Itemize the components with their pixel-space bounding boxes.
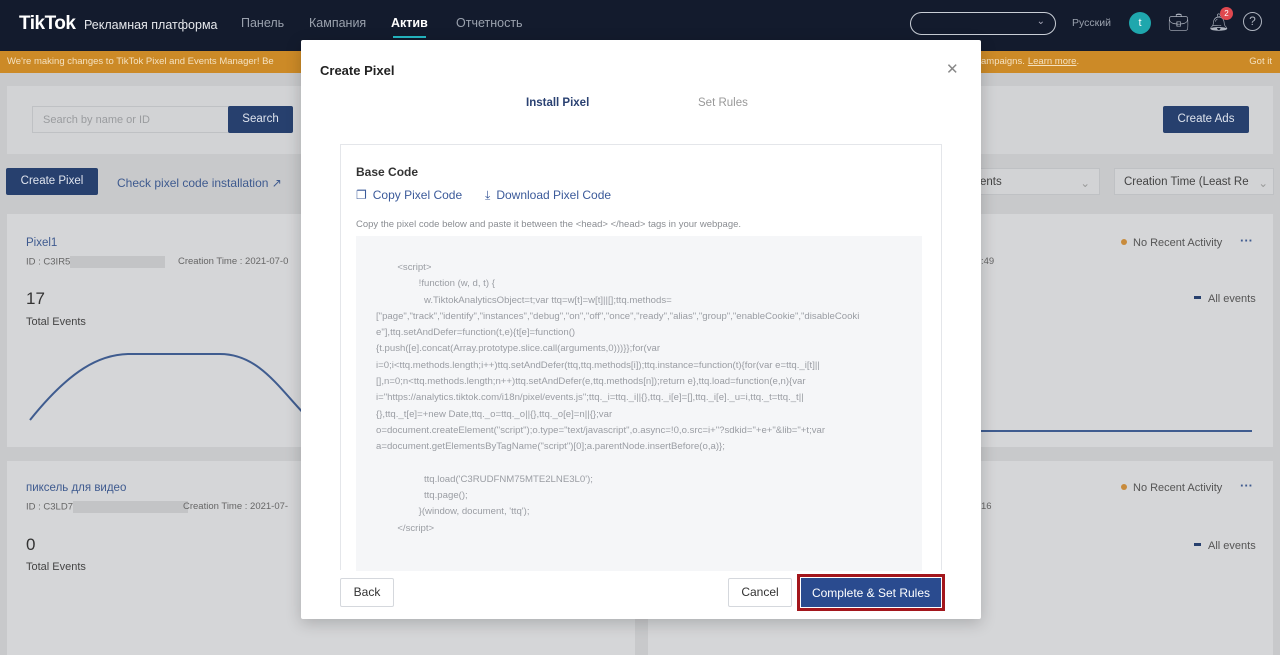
- nav-reporting[interactable]: Отчетность: [456, 16, 523, 30]
- briefcase-icon[interactable]: 💼︎: [1168, 13, 1190, 33]
- avatar[interactable]: t: [1129, 12, 1151, 34]
- got-it-button[interactable]: Got it: [1249, 56, 1272, 67]
- download-pixel-code-button[interactable]: ⤓ Download Pixel Code: [485, 188, 611, 203]
- code-line: ttq.load('C3RUDFNM75MTE2LNE3L0');: [376, 473, 593, 485]
- tab-install-pixel[interactable]: Install Pixel: [526, 97, 589, 109]
- total-events-count: 0: [26, 535, 36, 554]
- copy-icon: ❐: [356, 188, 367, 202]
- nav-dashboard[interactable]: Панель: [241, 16, 284, 30]
- modal-title: Create Pixel: [320, 63, 395, 78]
- more-options-button[interactable]: ···: [1240, 233, 1253, 248]
- creation-time-tail: 16: [981, 501, 992, 512]
- chevron-down-icon: ⌄: [1036, 16, 1045, 27]
- events-line: [29, 353, 310, 421]
- external-link-icon: ↗: [271, 176, 282, 190]
- status-dot: [1121, 239, 1127, 245]
- pixel-name[interactable]: Pixel1: [26, 237, 57, 249]
- search-input[interactable]: Search by name or ID: [32, 106, 229, 133]
- code-line: i=0;i<ttq.methods.length;i++)ttq.setAndD…: [376, 359, 820, 371]
- base-code-title: Base Code: [356, 165, 419, 179]
- back-button[interactable]: Back: [340, 578, 394, 607]
- code-line: <script>: [376, 262, 432, 273]
- chart-legend: All events: [1194, 540, 1256, 552]
- code-line: </script>: [376, 522, 435, 534]
- creation-time: Creation Time : 2021-07-: [183, 501, 289, 512]
- creation-time: Creation Time : 2021-07-0: [178, 256, 289, 267]
- redacted-id: [70, 256, 166, 268]
- code-line: {t.push([e].concat(Array.prototype.slice…: [376, 343, 661, 355]
- status-badge: No Recent Activity: [1121, 237, 1222, 249]
- code-line: i="https://analytics.tiktok.com/i18n/pix…: [376, 392, 804, 404]
- download-icon: ⤓: [485, 188, 491, 202]
- chart-legend: All events: [1194, 293, 1256, 305]
- code-line: w.TiktokAnalyticsObject=t;var ttq=w[t]=w…: [376, 294, 672, 306]
- code-line: o=document.createElement("script");o.typ…: [376, 424, 826, 436]
- more-options-button[interactable]: ···: [1240, 478, 1253, 493]
- total-events-label: Total Events: [26, 561, 86, 573]
- create-pixel-button[interactable]: Create Pixel: [6, 168, 98, 195]
- nav-campaign[interactable]: Кампания: [309, 16, 366, 30]
- banner-text-right: ampaigns.: [981, 56, 1025, 67]
- learn-more-link[interactable]: Learn more: [1028, 56, 1077, 67]
- nav-assets[interactable]: Актив: [391, 16, 428, 38]
- tiktok-logo[interactable]: TikTok: [19, 13, 76, 35]
- copy-pixel-code-button[interactable]: ❐ Copy Pixel Code: [356, 188, 462, 202]
- legend-swatch: [1194, 543, 1201, 546]
- pixel-code-block[interactable]: <script> !function (w, d, t) { w.TiktokA…: [356, 236, 922, 571]
- tab-set-rules[interactable]: Set Rules: [698, 97, 748, 109]
- total-events-count: 17: [26, 289, 45, 308]
- code-line: !function (w, d, t) {: [376, 278, 495, 290]
- code-line: ["page","track","identify","instances","…: [376, 310, 860, 322]
- check-installation-link[interactable]: Check pixel code installation: [117, 176, 268, 190]
- events-filter[interactable]: ents ⌄: [970, 168, 1100, 195]
- close-icon[interactable]: ✕: [946, 60, 959, 78]
- sort-select[interactable]: Creation Time (Least Re ⌄: [1114, 168, 1274, 195]
- install-hint: Copy the pixel code below and paste it b…: [356, 219, 742, 230]
- pixel-id: ID : C3IR5: [26, 256, 71, 268]
- help-icon[interactable]: ?: [1243, 12, 1262, 31]
- code-line: }(window, document, 'ttq');: [376, 506, 530, 518]
- code-line: {},ttq._t[e]=+new Date,ttq._o=ttq._o||{}…: [376, 408, 613, 420]
- language-selector[interactable]: Русский: [1072, 17, 1111, 29]
- creation-time-tail: :49: [981, 256, 995, 267]
- base-code-section: Base Code ❐ Copy Pixel Code ⤓ Download Pix…: [340, 144, 942, 571]
- account-selector[interactable]: ⌄: [910, 12, 1056, 35]
- total-events-label: Total Events: [26, 316, 86, 328]
- search-button[interactable]: Search: [228, 106, 293, 133]
- notification-badge: 2: [1220, 7, 1233, 20]
- complete-highlight: Complete & Set Rules: [797, 574, 945, 611]
- events-baseline: [981, 430, 1252, 432]
- create-ads-button[interactable]: Create Ads: [1163, 106, 1249, 133]
- code-line: a=document.getElementsByTagName("script"…: [376, 441, 725, 453]
- code-line: ttq.page();: [376, 490, 468, 502]
- chevron-down-icon: ⌄: [1080, 178, 1090, 190]
- cancel-button[interactable]: Cancel: [728, 578, 792, 607]
- status-badge: No Recent Activity: [1121, 482, 1222, 494]
- logo-subtitle: Рекламная платформа: [84, 18, 218, 32]
- code-line: e"],ttq.setAndDefer=function(t,e){t[e]=f…: [376, 327, 576, 339]
- code-line: [],n=0;n<ttq.methods.length;n++)ttq.setA…: [376, 376, 806, 388]
- chevron-down-icon: ⌄: [1258, 178, 1268, 190]
- events-chart: [29, 353, 310, 421]
- create-pixel-modal: Create Pixel ✕ Install Pixel Set Rules B…: [301, 40, 981, 619]
- pixel-id: ID : C3LD7: [26, 501, 73, 513]
- legend-swatch: [1194, 296, 1201, 299]
- banner-text: We're making changes to TikTok Pixel and…: [7, 56, 274, 67]
- pixel-name[interactable]: пиксель для видео: [26, 482, 126, 494]
- status-dot: [1121, 484, 1127, 490]
- complete-set-rules-button[interactable]: Complete & Set Rules: [800, 577, 942, 608]
- redacted-id: [73, 501, 188, 513]
